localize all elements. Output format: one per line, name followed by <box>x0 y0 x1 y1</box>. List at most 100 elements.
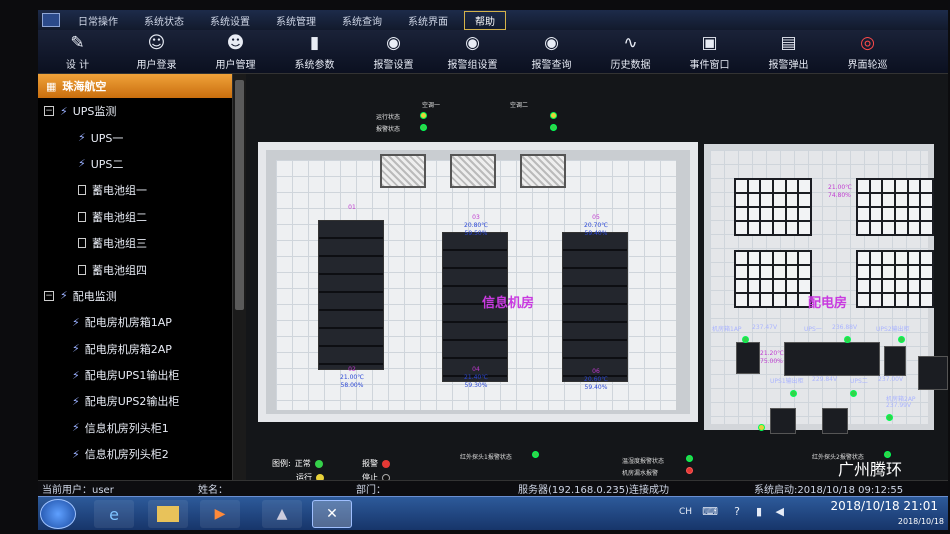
rack-01-02[interactable] <box>318 220 384 370</box>
battery-rack-4[interactable] <box>856 250 934 308</box>
legend-alarm: 报警 <box>362 458 390 469</box>
start-button[interactable] <box>40 499 76 529</box>
sidebar-item-1[interactable]: − ⚡ UPS监测 <box>38 98 244 124</box>
volume-icon[interactable]: ◀ <box>776 505 784 518</box>
menu-system-manage[interactable]: 系统管理 <box>266 12 326 29</box>
menu-system-settings[interactable]: 系统设置 <box>200 12 260 29</box>
rack-04-label: 04 21.40℃ 59.30% <box>464 366 488 389</box>
toolbar-button-10[interactable]: ▤ 报警弹出 <box>749 30 828 73</box>
sidebar-item-14[interactable]: ⚡ 信息机房列头柜2 <box>38 441 244 467</box>
menu-daily-ops[interactable]: 日常操作 <box>68 12 128 29</box>
app-icon[interactable]: ▲ <box>262 500 302 528</box>
ime-indicator[interactable]: CH <box>679 507 692 517</box>
ac1-alarm-indicator <box>420 124 427 131</box>
rack-02-label: 02 21.00℃ 58.00% <box>340 366 364 389</box>
ups2-cabinet[interactable] <box>822 408 848 434</box>
folder-icon[interactable] <box>148 500 188 528</box>
sidebar-item-label: 蓄电池组四 <box>92 263 147 277</box>
taskbar-clock[interactable]: 2018/10/18 21:01 <box>830 499 938 513</box>
bolt-icon: ⚡ <box>72 368 80 382</box>
alarm-popup-icon: ▤ <box>780 32 797 53</box>
toolbar-button-9[interactable]: ▣ 事件窗口 <box>670 30 749 73</box>
power-room-title: 配电房 <box>808 296 848 311</box>
box-1ap-label: 机房箱1AP <box>712 326 742 333</box>
server-status: 服务器(192.168.0.235)连接成功 <box>518 485 669 496</box>
sidebar-item-2[interactable]: ⚡ UPS一 <box>38 124 244 150</box>
ac2-alarm-indicator <box>550 124 557 131</box>
battery-rack-1[interactable] <box>734 178 812 236</box>
main-panel: 空调一 空调二 运行状态 报警状态 01 03 20.80℃ 59.50% 05 20… <box>246 74 948 482</box>
cabinet-2ap[interactable] <box>918 356 948 390</box>
rack-05-06[interactable] <box>562 232 628 382</box>
rack-01-label: 01 <box>348 204 356 211</box>
menu-system-status[interactable]: 系统状态 <box>134 12 194 29</box>
sidebar-item-4[interactable]: 蓄电池组一 <box>38 177 244 203</box>
sidebar-item-label: UPS监测 <box>72 105 117 119</box>
help-icon[interactable]: ? <box>734 505 740 518</box>
battery-rack-3[interactable] <box>734 250 812 308</box>
sidebar-item-8[interactable]: − ⚡ 配电监测 <box>38 283 244 309</box>
scroll-thumb[interactable] <box>235 80 244 310</box>
collapse-toggle-icon[interactable]: − <box>44 290 54 301</box>
bolt-icon: ⚡ <box>72 394 80 408</box>
toolbar-button-3[interactable]: ☻ 用户管理 <box>196 30 275 73</box>
sidebar-item-13[interactable]: ⚡ 信息机房列头柜1 <box>38 415 244 441</box>
cabinet-1ap[interactable] <box>736 342 760 374</box>
power-room-hum: 74.80% <box>828 192 851 199</box>
toolbar-button-1[interactable]: ✎ 设 计 <box>38 30 117 73</box>
network-icon[interactable]: ▮ <box>756 505 762 518</box>
rack-03-label: 03 20.80℃ 59.50% <box>464 214 488 237</box>
media-player-icon[interactable]: ▶ <box>200 500 240 528</box>
toolbar-button-label: 系统参数 <box>294 59 335 71</box>
bolt-icon: ⚡ <box>60 104 68 118</box>
air-conditioner-3[interactable] <box>520 154 566 188</box>
air-conditioner-2[interactable] <box>450 154 496 188</box>
menu-help[interactable]: 帮助 <box>464 10 506 30</box>
bolt-icon: ⚡ <box>78 157 86 171</box>
ie-icon[interactable]: e <box>94 500 134 528</box>
battery-icon <box>78 264 86 275</box>
sidebar-item-7[interactable]: 蓄电池组四 <box>38 256 244 282</box>
toolbar-button-2[interactable]: ☺ 用户登录 <box>117 30 196 73</box>
sidebar-item-10[interactable]: ⚡ 配电房机房箱2AP <box>38 336 244 362</box>
toolbar-button-7[interactable]: ◉ 报警查询 <box>512 30 591 73</box>
watermark-text: 广州腾环 <box>838 460 903 479</box>
ups2-output-cabinet[interactable] <box>884 346 906 376</box>
toolbar-button-8[interactable]: ∿ 历史数据 <box>591 30 670 73</box>
box-1ap-voltage: 237.47V <box>752 324 778 331</box>
sidebar-item-label: 信息机房列头柜2 <box>84 448 169 462</box>
battery-rack-2[interactable] <box>856 178 934 236</box>
sidebar-item-9[interactable]: ⚡ 配电房机房箱1AP <box>38 309 244 335</box>
sidebar-item-12[interactable]: ⚡ 配电房UPS2输出柜 <box>38 388 244 414</box>
monitoring-app-icon[interactable]: ✕ <box>312 500 352 528</box>
toolbar-button-4[interactable]: ▮ 系统参数 <box>275 30 354 73</box>
history-icon: ∿ <box>623 32 638 53</box>
sidebar-root[interactable]: ▦ 珠海航空 <box>38 74 244 98</box>
sidebar-item-11[interactable]: ⚡ 配电房UPS1输出柜 <box>38 362 244 388</box>
toolbar: ✎ 设 计 ☺ 用户登录 ☻ 用户管理 ▮ 系统参数 ◉ 报警设置 ◉ 报警组设置 ◉ 报警查询 ∿ 历史数据… <box>38 30 948 74</box>
sidebar-scrollbar[interactable] <box>232 74 246 480</box>
toolbar-button-11[interactable]: ◎ 界面轮巡 <box>828 30 907 73</box>
keyboard-icon[interactable]: ⌨ <box>702 505 718 518</box>
legend-alarm-dot <box>382 459 390 468</box>
toolbar-button-label: 报警弹出 <box>768 59 809 71</box>
grid-icon: ▦ <box>46 79 57 93</box>
ups1-output-cabinet[interactable] <box>770 408 796 434</box>
sidebar-item-6[interactable]: 蓄电池组三 <box>38 230 244 256</box>
water-leak-label: 机房漏水报警 <box>622 470 659 477</box>
legend-normal: 图例: 正常 <box>272 458 323 469</box>
toolbar-button-label: 报警查询 <box>531 59 572 71</box>
status-indicator-ups2out <box>898 336 905 343</box>
sidebar-item-label: 配电房机房箱1AP <box>84 316 172 330</box>
ups-cabinets[interactable] <box>784 342 880 376</box>
patrol-icon: ◎ <box>860 32 875 53</box>
toolbar-button-6[interactable]: ◉ 报警组设置 <box>433 30 512 73</box>
sidebar-item-5[interactable]: 蓄电池组二 <box>38 204 244 230</box>
toolbar-button-5[interactable]: ◉ 报警设置 <box>354 30 433 73</box>
sidebar-item-label: UPS一 <box>90 131 124 145</box>
collapse-toggle-icon[interactable]: − <box>44 106 54 117</box>
menu-system-query[interactable]: 系统查询 <box>332 12 392 29</box>
air-conditioner-1[interactable] <box>380 154 426 188</box>
menu-system-ui[interactable]: 系统界面 <box>398 12 458 29</box>
sidebar-item-3[interactable]: ⚡ UPS二 <box>38 151 244 177</box>
